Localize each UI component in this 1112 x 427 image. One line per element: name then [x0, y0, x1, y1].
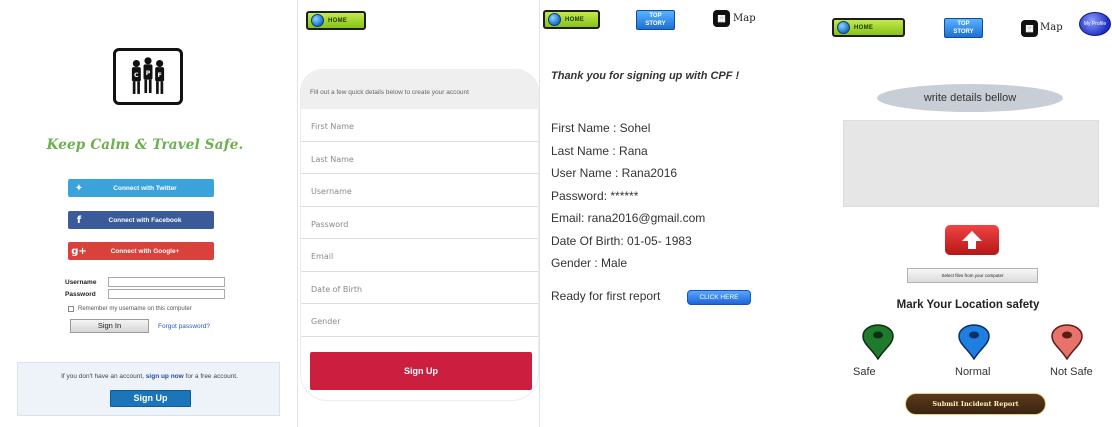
- last-name-field[interactable]: Last Name: [301, 142, 538, 174]
- sign-up-button[interactable]: Sign Up: [110, 390, 191, 407]
- password-label: Password: [65, 291, 96, 298]
- first-name-field[interactable]: First Name: [301, 109, 538, 142]
- signup-prompt-prefix: If you don't have an account,: [61, 373, 144, 380]
- top-story-line1: TOP: [957, 21, 970, 27]
- normal-pin-shape: [958, 324, 990, 360]
- incident-report-screen: HOME TOP STORY ▦ Map My Profile write de…: [824, 0, 1112, 427]
- signup-intro: Fill out a few quick details below to cr…: [301, 70, 538, 109]
- signup-prompt-text: If you don't have an account, sign up no…: [18, 373, 281, 380]
- connect-google-label: Connect with Google+: [110, 247, 180, 255]
- app-tagline: Keep Calm & Travel Safe.: [46, 137, 244, 153]
- incident-details-textarea[interactable]: [843, 120, 1099, 207]
- safe-label: Safe: [853, 366, 876, 378]
- signup-form: Fill out a few quick details below to cr…: [301, 70, 538, 400]
- detail-email: Email: rana2016@gmail.com: [551, 211, 706, 225]
- username-input[interactable]: [108, 277, 225, 287]
- home-button[interactable]: HOME: [543, 10, 600, 29]
- normal-pin-icon[interactable]: [957, 324, 991, 360]
- connect-twitter-button[interactable]: ✦ Connect with Twitter: [68, 179, 214, 197]
- not-safe-pin-icon[interactable]: [1050, 324, 1084, 360]
- first-report-prompt: Ready for first report: [551, 289, 661, 303]
- submit-incident-report-button[interactable]: Submit Incident Report: [905, 393, 1046, 415]
- top-story-line1: TOP: [649, 13, 662, 19]
- date-of-birth-field[interactable]: Date of Birth: [301, 272, 538, 304]
- forgot-password-link[interactable]: Forgot password?: [158, 323, 210, 330]
- detail-password: Password: ******: [551, 189, 639, 203]
- top-story-button[interactable]: TOP STORY: [944, 18, 983, 38]
- remember-me[interactable]: Remember my username on this computer: [68, 306, 192, 312]
- detail-gender: Gender : Male: [551, 256, 628, 270]
- my-profile-button[interactable]: My Profile: [1079, 12, 1111, 36]
- home-label: HOME: [328, 17, 348, 24]
- cpf-logo: C P F: [113, 48, 183, 105]
- cpf-logo-icon: C P F: [131, 57, 165, 94]
- click-here-button[interactable]: CLICK HERE: [687, 290, 751, 305]
- remember-label: Remember my username on this computer: [78, 306, 192, 312]
- map-label[interactable]: Map: [1040, 22, 1063, 33]
- connect-facebook-label: Connect with Facebook: [108, 216, 182, 224]
- top-story-button[interactable]: TOP STORY: [636, 10, 675, 30]
- gender-field[interactable]: Gender: [301, 304, 538, 337]
- normal-label: Normal: [955, 366, 991, 378]
- home-label: HOME: [565, 16, 585, 23]
- home-button[interactable]: HOME: [306, 11, 366, 30]
- signup-now-link[interactable]: sign up now: [146, 373, 184, 380]
- not-safe-label: Not Safe: [1050, 366, 1093, 378]
- username-label: Username: [65, 279, 97, 286]
- password-field[interactable]: Password: [301, 207, 538, 239]
- safe-pin-shape: [862, 324, 894, 360]
- detail-last-name: Last Name : Rana: [551, 144, 648, 158]
- signup-prompt-box: If you don't have an account, sign up no…: [17, 362, 280, 416]
- thank-you-message: Thank you for signing up with CPF !: [551, 70, 740, 82]
- map-icon[interactable]: ▦: [1021, 20, 1038, 37]
- home-button[interactable]: HOME: [832, 18, 905, 37]
- map-label[interactable]: Map: [733, 13, 756, 24]
- signup-prompt-suffix: for a free account.: [185, 373, 238, 380]
- signup-form-screen: HOME Fill out a few quick details below …: [297, 0, 540, 427]
- home-label: HOME: [854, 24, 874, 31]
- google-plus-icon: g+: [71, 245, 87, 257]
- logo-letter-p: P: [146, 70, 151, 77]
- select-files-button[interactable]: Select files from your computer: [907, 268, 1038, 283]
- globe-icon: [548, 13, 561, 26]
- not-safe-pin-shape: [1051, 324, 1083, 360]
- upload-arrow-icon[interactable]: [945, 225, 999, 255]
- twitter-bird-icon: ✦: [74, 182, 84, 194]
- email-field[interactable]: Email: [301, 239, 538, 272]
- connect-twitter-label: Connect with Twitter: [113, 184, 177, 192]
- safe-pin-icon[interactable]: [861, 324, 895, 360]
- detail-date-of-birth: Date Of Birth: 01-05- 1983: [551, 234, 692, 248]
- logo-letter-c: C: [134, 72, 139, 79]
- globe-icon: [311, 14, 324, 27]
- connect-facebook-button[interactable]: f Connect with Facebook: [68, 211, 214, 229]
- write-details-label: write details bellow: [877, 84, 1063, 112]
- login-screen: C P F Keep Calm & Travel Safe. ✦ Connect…: [0, 0, 290, 427]
- remember-checkbox[interactable]: [68, 306, 74, 312]
- connect-google-button[interactable]: g+ Connect with Google+: [68, 242, 214, 260]
- username-field[interactable]: Username: [301, 174, 538, 207]
- sign-in-button[interactable]: Sign In: [70, 319, 149, 333]
- globe-icon: [837, 21, 850, 34]
- mark-location-title: Mark Your Location safety: [896, 299, 1040, 311]
- logo-letter-f: F: [157, 72, 161, 79]
- upload-arrow-shape: [962, 231, 982, 249]
- confirmation-screen: HOME TOP STORY ▦ Map Thank you for signi…: [542, 0, 802, 427]
- detail-user-name: User Name : Rana2016: [551, 166, 678, 180]
- map-icon[interactable]: ▦: [713, 10, 730, 27]
- detail-first-name: First Name : Sohel: [551, 121, 651, 135]
- top-story-line2: STORY: [953, 29, 974, 35]
- password-input[interactable]: [108, 289, 225, 299]
- facebook-f-icon: f: [76, 214, 82, 226]
- signup-submit-button[interactable]: Sign Up: [310, 352, 532, 390]
- top-story-line2: STORY: [645, 21, 666, 27]
